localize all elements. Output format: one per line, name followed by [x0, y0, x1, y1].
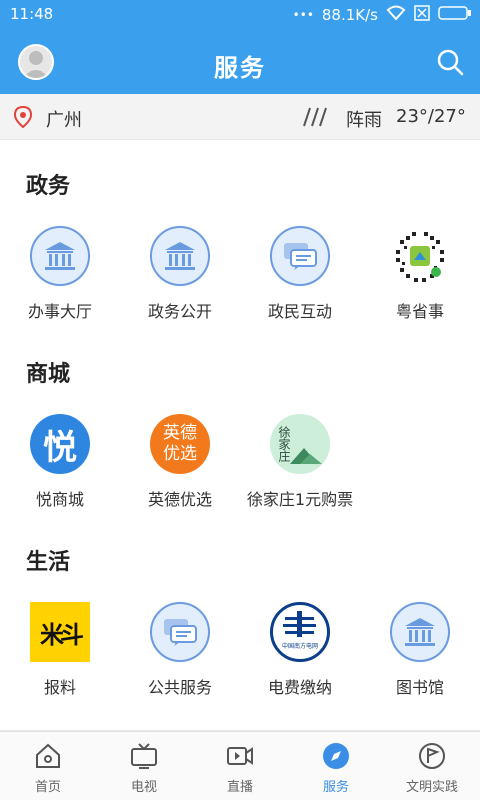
page-title: 服务: [214, 54, 266, 82]
service-item-public-service[interactable]: 公共服务: [120, 602, 240, 712]
service-item-yingde-select[interactable]: 英德 优选 英德优选: [120, 414, 240, 524]
service-item-label: 公共服务: [147, 678, 212, 697]
tab-services[interactable]: 服务: [288, 732, 384, 801]
app-header: 服务: [0, 28, 480, 94]
government-services-grid: 办事大厅 政务公开 政民互动 粤省事: [0, 226, 480, 336]
wifi-icon: [386, 5, 406, 25]
status-indicators: ••• 88.1K/s: [293, 5, 472, 25]
service-item-label: 英德优选: [147, 490, 212, 509]
service-item-hall[interactable]: 办事大厅: [0, 226, 120, 336]
government-building-icon: [30, 226, 90, 286]
search-icon[interactable]: [436, 48, 464, 76]
section-title-life: 生活: [26, 550, 71, 575]
rain-icon: [298, 106, 330, 132]
section-title-government: 政务: [26, 174, 71, 199]
service-item-electricity[interactable]: 中国南方电网 电费缴纳: [240, 602, 360, 712]
service-item-label: 政务公开: [147, 302, 212, 321]
china-southern-grid-icon: 中国南方电网: [270, 602, 330, 662]
life-services-grid: 米斗 报料 公共服务 中国南方电网 电费缴纳 图书馆: [0, 602, 480, 712]
service-item-yue-mall[interactable]: 悦 悦商城: [0, 414, 120, 524]
tab-civilization-practice[interactable]: 文明实践: [384, 732, 480, 801]
government-building-icon: [150, 226, 210, 286]
city-name[interactable]: 广州: [46, 106, 82, 132]
service-item-yueshengshi[interactable]: 粤省事: [360, 226, 480, 336]
tab-label: 直播: [226, 780, 253, 795]
yingde-icon-text-bottom: 优选: [163, 444, 197, 464]
service-item-label: 电费缴纳: [267, 678, 332, 697]
weather-bar: 广州 阵雨 23°/27°: [0, 94, 480, 140]
grid-icon-text: 中国南方电网: [281, 643, 318, 650]
service-item-library[interactable]: 图书馆: [360, 602, 480, 712]
mall-grid: 悦 悦商城 英德 优选 英德优选 徐家庄 徐家庄1元购票: [0, 414, 480, 524]
home-icon: [34, 742, 62, 770]
report-icon-text: 米斗: [40, 620, 84, 649]
service-item-label: 徐家庄1元购票: [246, 490, 354, 509]
yingde-icon-text-top: 英德: [163, 423, 197, 443]
mini-program-qr-icon: [390, 226, 450, 286]
chat-bubbles-icon: [150, 602, 210, 662]
service-item-label: 粤省事: [395, 302, 444, 321]
xujiazhuang-icon-text: 徐家庄: [277, 426, 291, 462]
tab-label: 电视: [130, 780, 157, 795]
compass-icon: [322, 742, 350, 770]
network-speed: 88.1K/s: [321, 6, 378, 24]
chat-bubbles-icon: [270, 226, 330, 286]
tab-tv[interactable]: 电视: [96, 732, 192, 801]
yingde-select-icon: 英德 优选: [150, 414, 210, 474]
service-item-label: 政民互动: [267, 302, 332, 321]
battery-icon: [438, 5, 472, 25]
flag-icon: [418, 742, 446, 770]
tab-label: 文明实践: [405, 780, 458, 795]
tab-live[interactable]: 直播: [192, 732, 288, 801]
section-title-mall: 商城: [26, 362, 71, 387]
weather-condition: 阵雨: [346, 110, 382, 131]
tab-home[interactable]: 首页: [0, 732, 96, 801]
yue-mall-icon-text: 悦: [43, 427, 77, 468]
service-item-report[interactable]: 米斗 报料: [0, 602, 120, 712]
sim-off-icon: [414, 5, 430, 25]
service-item-xujiazhuang[interactable]: 徐家庄 徐家庄1元购票: [240, 414, 360, 524]
xujiazhuang-icon: 徐家庄: [270, 414, 330, 474]
bottom-tab-bar: 首页 电视 直播 服务 文明实践: [0, 731, 480, 800]
tab-label: 首页: [34, 780, 61, 795]
location-pin-icon: [13, 105, 33, 132]
tv-icon: [130, 742, 158, 770]
live-video-icon: [226, 742, 254, 770]
report-news-icon: 米斗: [30, 602, 90, 662]
weather-temperature: 23°/27°: [396, 106, 466, 127]
service-item-public-affairs[interactable]: 政务公开: [120, 226, 240, 336]
tab-label: 服务: [322, 780, 349, 795]
service-item-label: 图书馆: [395, 678, 444, 697]
status-time: 11:48: [10, 5, 54, 23]
status-bar: 11:48 ••• 88.1K/s: [0, 0, 480, 28]
status-dots: •••: [292, 8, 314, 22]
service-item-interaction[interactable]: 政民互动: [240, 226, 360, 336]
yue-mall-icon: 悦: [30, 414, 90, 474]
library-building-icon: [390, 602, 450, 662]
